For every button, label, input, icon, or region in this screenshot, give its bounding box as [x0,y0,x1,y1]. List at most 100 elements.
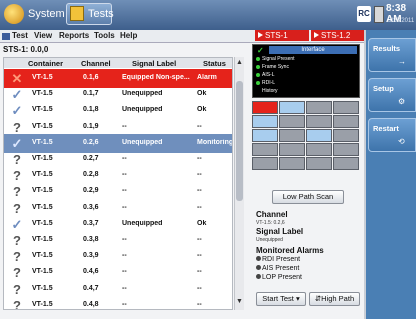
tests-icon[interactable] [70,6,84,21]
cell-status: -- [197,284,202,292]
cell-status: -- [197,252,202,260]
path-grid[interactable] [252,101,360,185]
system-button-label[interactable]: System [28,8,65,20]
header-channel[interactable]: Channel [81,59,111,68]
legend-frame-sync: Frame Sync [262,64,289,70]
menu-tools[interactable]: Tools [94,31,115,40]
cell-container: VT-1.5 [32,268,53,276]
interface-status-panel[interactable]: ✓ Interface Signal Present Frame Sync AI… [252,44,360,98]
path-cell[interactable] [252,157,278,170]
header-status[interactable]: Status [203,59,226,68]
scroll-up-icon[interactable]: ▲ [236,59,243,66]
alarm-lop: LOP Present [256,274,302,281]
check-icon: ✓ [11,103,23,119]
header-signal-label[interactable]: Signal Label [132,59,176,68]
dropdown-icon: ▾ [295,294,300,303]
tests-tab-label[interactable]: Tests [88,8,114,20]
cell-container: VT-1.5 [32,300,53,308]
cell-channel: 0.3,9 [83,252,99,260]
cell-signal-label: Unequipped [122,106,163,114]
path-cell[interactable] [333,129,359,142]
tab-sts-1[interactable]: STS-1 [255,30,309,41]
cell-status: -- [197,122,202,130]
path-cell[interactable] [306,101,332,114]
path-cell[interactable] [279,157,305,170]
restart-arrow-icon: ⟲ [398,137,405,146]
path-cell[interactable] [306,115,332,128]
question-icon: ? [13,297,21,310]
path-cell[interactable] [279,115,305,128]
menu-test[interactable]: Test [12,31,28,40]
cell-channel: 0.2,9 [83,187,99,195]
ais-l-led-icon [256,73,260,77]
table-scrollbar[interactable]: ▲ ▼ [234,57,244,310]
alarm-lop-label: LOP Present [262,274,302,281]
menu-help[interactable]: Help [120,31,137,40]
path-cell[interactable] [252,129,278,142]
system-icon[interactable] [4,4,24,24]
header-container[interactable]: Container [28,59,63,68]
cell-channel: 0.3,7 [83,219,99,227]
channel-title: Channel [256,210,288,219]
tab-sts-1-2[interactable]: STS-1.2 [311,30,364,41]
check-icon: ✓ [11,87,23,103]
path-cell[interactable] [306,157,332,170]
path-cell[interactable] [279,143,305,156]
question-icon: ? [13,265,21,281]
menu-reports[interactable]: Reports [59,31,89,40]
signal-label-title: Signal Label [256,227,304,236]
path-cell[interactable] [333,143,359,156]
menu-view[interactable]: View [34,31,52,40]
alarm-led-icon [256,265,261,270]
legend-signal-present: Signal Present [262,56,295,62]
path-cell[interactable] [279,101,305,114]
cell-container: VT-1.5 [32,155,53,162]
x-icon: ✕ [11,71,23,86]
cell-channel: 0.4,8 [83,300,99,308]
path-cell[interactable] [279,129,305,142]
question-icon: ? [13,200,21,216]
checkmark-icon: ✓ [257,46,264,55]
question-icon: ? [13,249,21,265]
cell-status: Monitoring [197,138,233,146]
cell-container: VT-1.5 [32,90,53,98]
path-cell[interactable] [252,115,278,128]
menu-bar: Test View Reports Tools Help [0,30,364,43]
table-row[interactable]: ? VT-1.5 0.4,8 -- -- [4,296,232,310]
table-header: Container Channel Signal Label Status [4,58,232,68]
start-test-button[interactable]: Start Test ▾ [256,292,306,306]
channel-value: VT-1.5: 0.2,6 [256,220,285,226]
high-path-button[interactable]: ⇵High Path [309,292,360,306]
setup-wrench-icon: ⚙ [398,97,406,106]
cell-channel: 0.3,6 [83,203,99,211]
cell-status: -- [197,203,202,211]
cell-signal-label: -- [122,284,127,292]
cell-signal-label: -- [122,300,127,308]
path-cell[interactable] [333,157,359,170]
question-icon: ? [13,168,21,184]
path-cell[interactable] [306,143,332,156]
alarm-rdi: RDI Present [256,256,300,263]
start-test-label: Start Test [262,294,294,303]
cell-container: VT-1.5 [32,236,53,243]
channel-table: Container Channel Signal Label Status ✕ V… [3,57,233,310]
low-path-scan-button[interactable]: Low Path Scan [272,190,344,204]
restart-label: Restart [373,124,399,133]
path-cell[interactable] [252,143,278,156]
sts-label: STS-1: 0.0,0 [3,45,49,54]
cell-signal-label: -- [122,171,127,179]
frame-sync-led-icon [256,65,260,69]
alarm-led-icon [256,256,261,261]
path-cell[interactable] [306,129,332,142]
alarm-led-icon [256,274,261,279]
scroll-down-icon[interactable]: ▼ [236,298,243,305]
signal-label-value: Unequipped [256,237,283,243]
cell-container: VT-1.5 [32,284,53,292]
scroll-thumb[interactable] [236,81,243,201]
path-cell[interactable] [333,115,359,128]
cell-channel: 0.3,8 [83,236,99,243]
question-icon: ? [13,233,21,248]
path-cell[interactable] [252,101,278,114]
cell-container: VT-1.5 [32,74,53,81]
path-cell[interactable] [333,101,359,114]
